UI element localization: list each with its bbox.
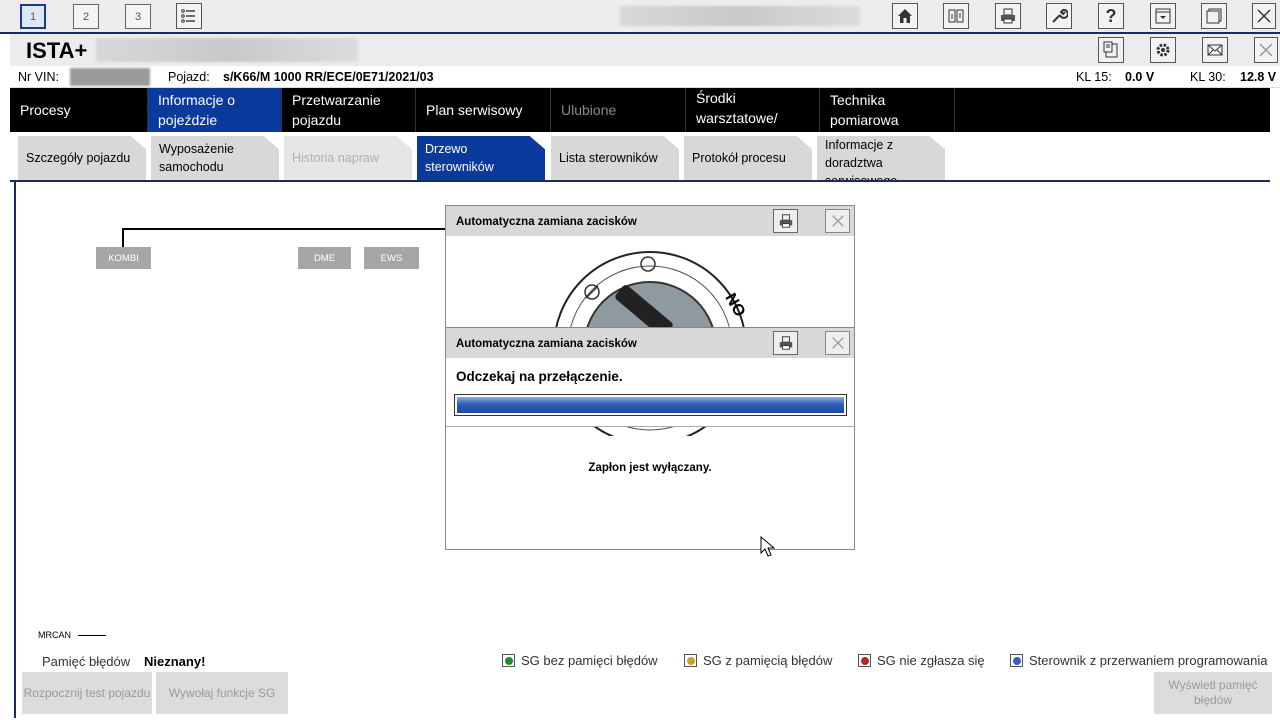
nav-procesy[interactable]: Procesy <box>10 88 148 132</box>
list-icon[interactable] <box>176 3 202 29</box>
dialog-title: Automatyczna zamiana zacisków <box>456 216 637 228</box>
main-nav: Procesy Informacje o pojeździe Przetwarz… <box>10 88 1270 132</box>
ecu-dme[interactable]: DME <box>298 247 351 269</box>
vehicle-label: Pojazd: <box>168 70 210 84</box>
mail-icon[interactable] <box>1202 37 1228 63</box>
nav-measurement[interactable]: Technika pomiarowa <box>820 88 955 132</box>
ecu-ews[interactable]: EWS <box>364 247 419 269</box>
blurred-region <box>620 6 860 26</box>
blurred-region <box>70 68 150 86</box>
print-icon[interactable] <box>773 209 798 233</box>
legend-with-errors: SG z pamięcią błędów <box>684 653 832 668</box>
home-icon[interactable] <box>892 3 918 29</box>
dropdown-window-icon[interactable] <box>1150 3 1176 29</box>
nav-favorites[interactable]: Ulubione <box>551 88 686 132</box>
dialog-title: Automatyczna zamiana zacisków <box>456 338 637 350</box>
nav-service-plan[interactable]: Plan serwisowy <box>416 88 551 132</box>
tab-repair-history[interactable]: Historia napraw <box>284 136 412 180</box>
blurred-region <box>96 38 358 62</box>
close-icon[interactable] <box>1254 37 1278 63</box>
yellow-status-icon <box>684 654 697 667</box>
ecu-kombi[interactable]: KOMBI <box>96 247 151 269</box>
session-tab-3[interactable]: 3 <box>125 4 151 29</box>
call-ecu-functions-button[interactable]: Wywołaj funkcje SG <box>156 672 288 714</box>
legend-not-responding: SG nie zgłasza się <box>858 653 985 668</box>
window-icon[interactable] <box>1201 3 1227 29</box>
session-tab-2[interactable]: 2 <box>73 4 99 29</box>
error-memory-value: Nieznany! <box>144 654 206 669</box>
bus-legend: MRCAN <box>38 630 106 640</box>
nav-vehicle-processing[interactable]: Przetwarzanie pojazdu <box>282 88 416 132</box>
nav-workshop-resources[interactable]: Środki warsztatowe/ eksploatacyjne <box>686 88 820 132</box>
start-vehicle-test-button[interactable]: Rozpocznij test pojazdu <box>22 672 152 714</box>
help-icon[interactable]: ? <box>1098 3 1124 29</box>
nav-vehicle-info[interactable]: Informacje o pojeździe <box>148 88 282 132</box>
tab-vehicle-equipment[interactable]: Wyposażenie samochodu <box>151 136 279 180</box>
wait-dialog: Automatyczna zamiana zacisków Odczekaj n… <box>445 327 855 427</box>
kl15-value: 0.0 V <box>1125 70 1155 84</box>
progress-fill <box>457 397 844 413</box>
close-icon[interactable] <box>825 209 850 233</box>
mouse-cursor-icon <box>760 536 776 557</box>
close-icon[interactable] <box>1252 3 1276 29</box>
tab-process-log[interactable]: Protokół procesu <box>684 136 812 180</box>
bus-drop <box>122 228 124 248</box>
compare-icon[interactable] <box>943 3 969 29</box>
clipboard-icon[interactable] <box>1098 37 1124 63</box>
kl30-value: 12.8 V <box>1240 70 1277 84</box>
print-icon[interactable] <box>995 3 1021 29</box>
gear-icon[interactable] <box>1150 37 1176 63</box>
sub-nav: Szczegóły pojazdu Wyposażenie samochodu … <box>10 132 1270 182</box>
blue-status-icon <box>1010 654 1023 667</box>
tab-ecu-tree[interactable]: Drzewo sterowników <box>417 136 545 180</box>
red-status-icon <box>858 654 871 667</box>
session-tab-1[interactable]: 1 <box>20 4 46 29</box>
app-title: ISTA+ <box>26 38 88 63</box>
kl30-label: KL 30: <box>1190 70 1226 84</box>
error-memory-label: Pamięć błędów <box>42 654 131 669</box>
dialog-header: Automatyczna zamiana zacisków <box>446 328 854 358</box>
close-icon[interactable] <box>825 331 850 355</box>
vin-label: Nr VIN: <box>18 70 59 84</box>
progress-bar <box>454 394 847 416</box>
tab-service-advice[interactable]: Informacje z doradztwa serwisowego <box>817 136 945 180</box>
tab-ecu-list[interactable]: Lista sterowników <box>551 136 679 180</box>
print-icon[interactable] <box>773 331 798 355</box>
show-error-memory-button[interactable]: Wyświetl pamięć błędów <box>1154 672 1272 714</box>
dialog-header: Automatyczna zamiana zacisków <box>446 206 854 236</box>
vehicle-value: s/K66/M 1000 RR/ECE/0E71/2021/03 <box>223 70 434 84</box>
tab-vehicle-details[interactable]: Szczegóły pojazdu <box>18 136 146 180</box>
vehicle-info-row: Nr VIN: Pojazd: s/K66/M 1000 RR/ECE/0E71… <box>10 66 1280 88</box>
wrench-icon[interactable] <box>1046 3 1072 29</box>
ignition-status-text: Zapłon jest wyłączany. <box>588 462 712 474</box>
kl15-label: KL 15: <box>1076 70 1112 84</box>
bus-line <box>122 228 452 230</box>
legend-programming-aborted: Sterownik z przerwaniem programowania <box>1010 653 1272 668</box>
title-bar: ISTA+ <box>10 34 1280 66</box>
green-status-icon <box>502 654 515 667</box>
top-toolbar: 1 2 3 ? <box>0 0 1280 34</box>
legend-no-errors: SG bez pamięci błędów <box>502 653 658 668</box>
bus-legend-label: MRCAN <box>38 630 71 640</box>
wait-message: Odczekaj na przełączenie. <box>456 369 623 384</box>
